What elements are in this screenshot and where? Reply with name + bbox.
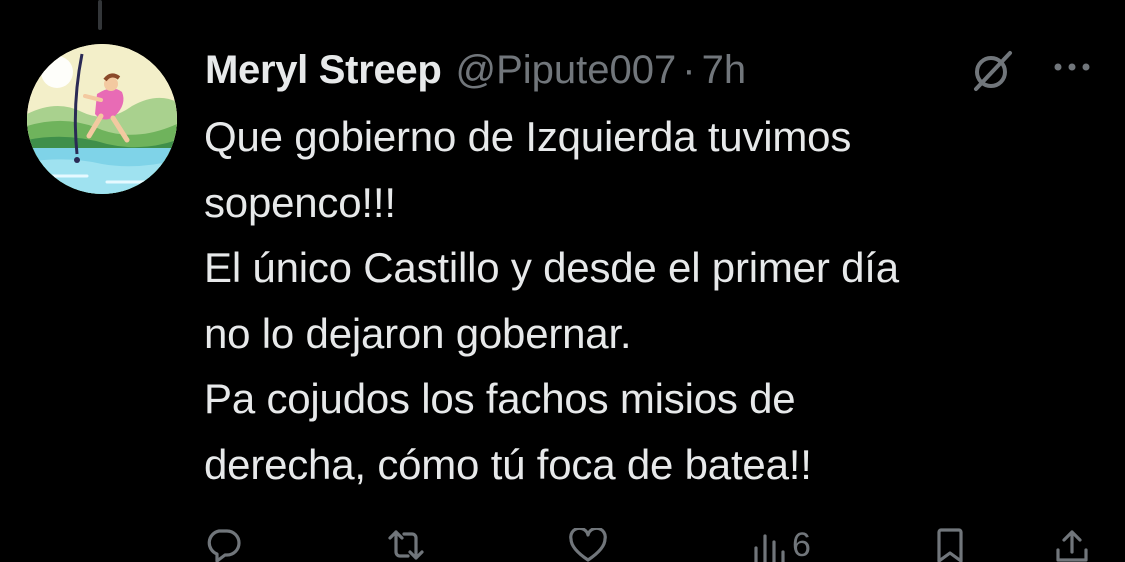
tweet-actions-bar: 6 xyxy=(0,520,1125,562)
like-button[interactable] xyxy=(568,528,608,562)
tweet-text: Que gobierno de Izquierda tuvimos sopenc… xyxy=(204,113,899,488)
share-button[interactable] xyxy=(1054,528,1090,562)
grok-icon[interactable] xyxy=(970,47,1016,93)
tweet-timestamp[interactable]: 7h xyxy=(702,48,747,93)
views-count: 6 xyxy=(792,526,811,562)
header-separator: · xyxy=(682,47,696,92)
author-display-name[interactable]: Meryl Streep xyxy=(205,48,442,93)
retweet-icon xyxy=(388,530,424,560)
retweet-button[interactable] xyxy=(386,528,426,562)
bookmark-button[interactable] xyxy=(935,528,965,562)
reply-icon xyxy=(207,529,241,562)
share-icon xyxy=(1056,530,1088,562)
tweet-header: Meryl Streep @Pipute007 · 7h xyxy=(205,44,746,96)
bookmark-icon xyxy=(937,528,963,562)
more-options-icon[interactable] xyxy=(1050,52,1094,82)
heart-icon xyxy=(569,528,607,562)
avatar-illustration xyxy=(27,44,177,194)
avatar[interactable] xyxy=(27,44,177,194)
reply-button[interactable] xyxy=(205,528,241,562)
views-button[interactable]: 6 xyxy=(752,528,811,562)
thread-connector-line xyxy=(98,0,102,30)
views-icon xyxy=(754,534,785,562)
author-handle[interactable]: @Pipute007 xyxy=(456,48,677,93)
